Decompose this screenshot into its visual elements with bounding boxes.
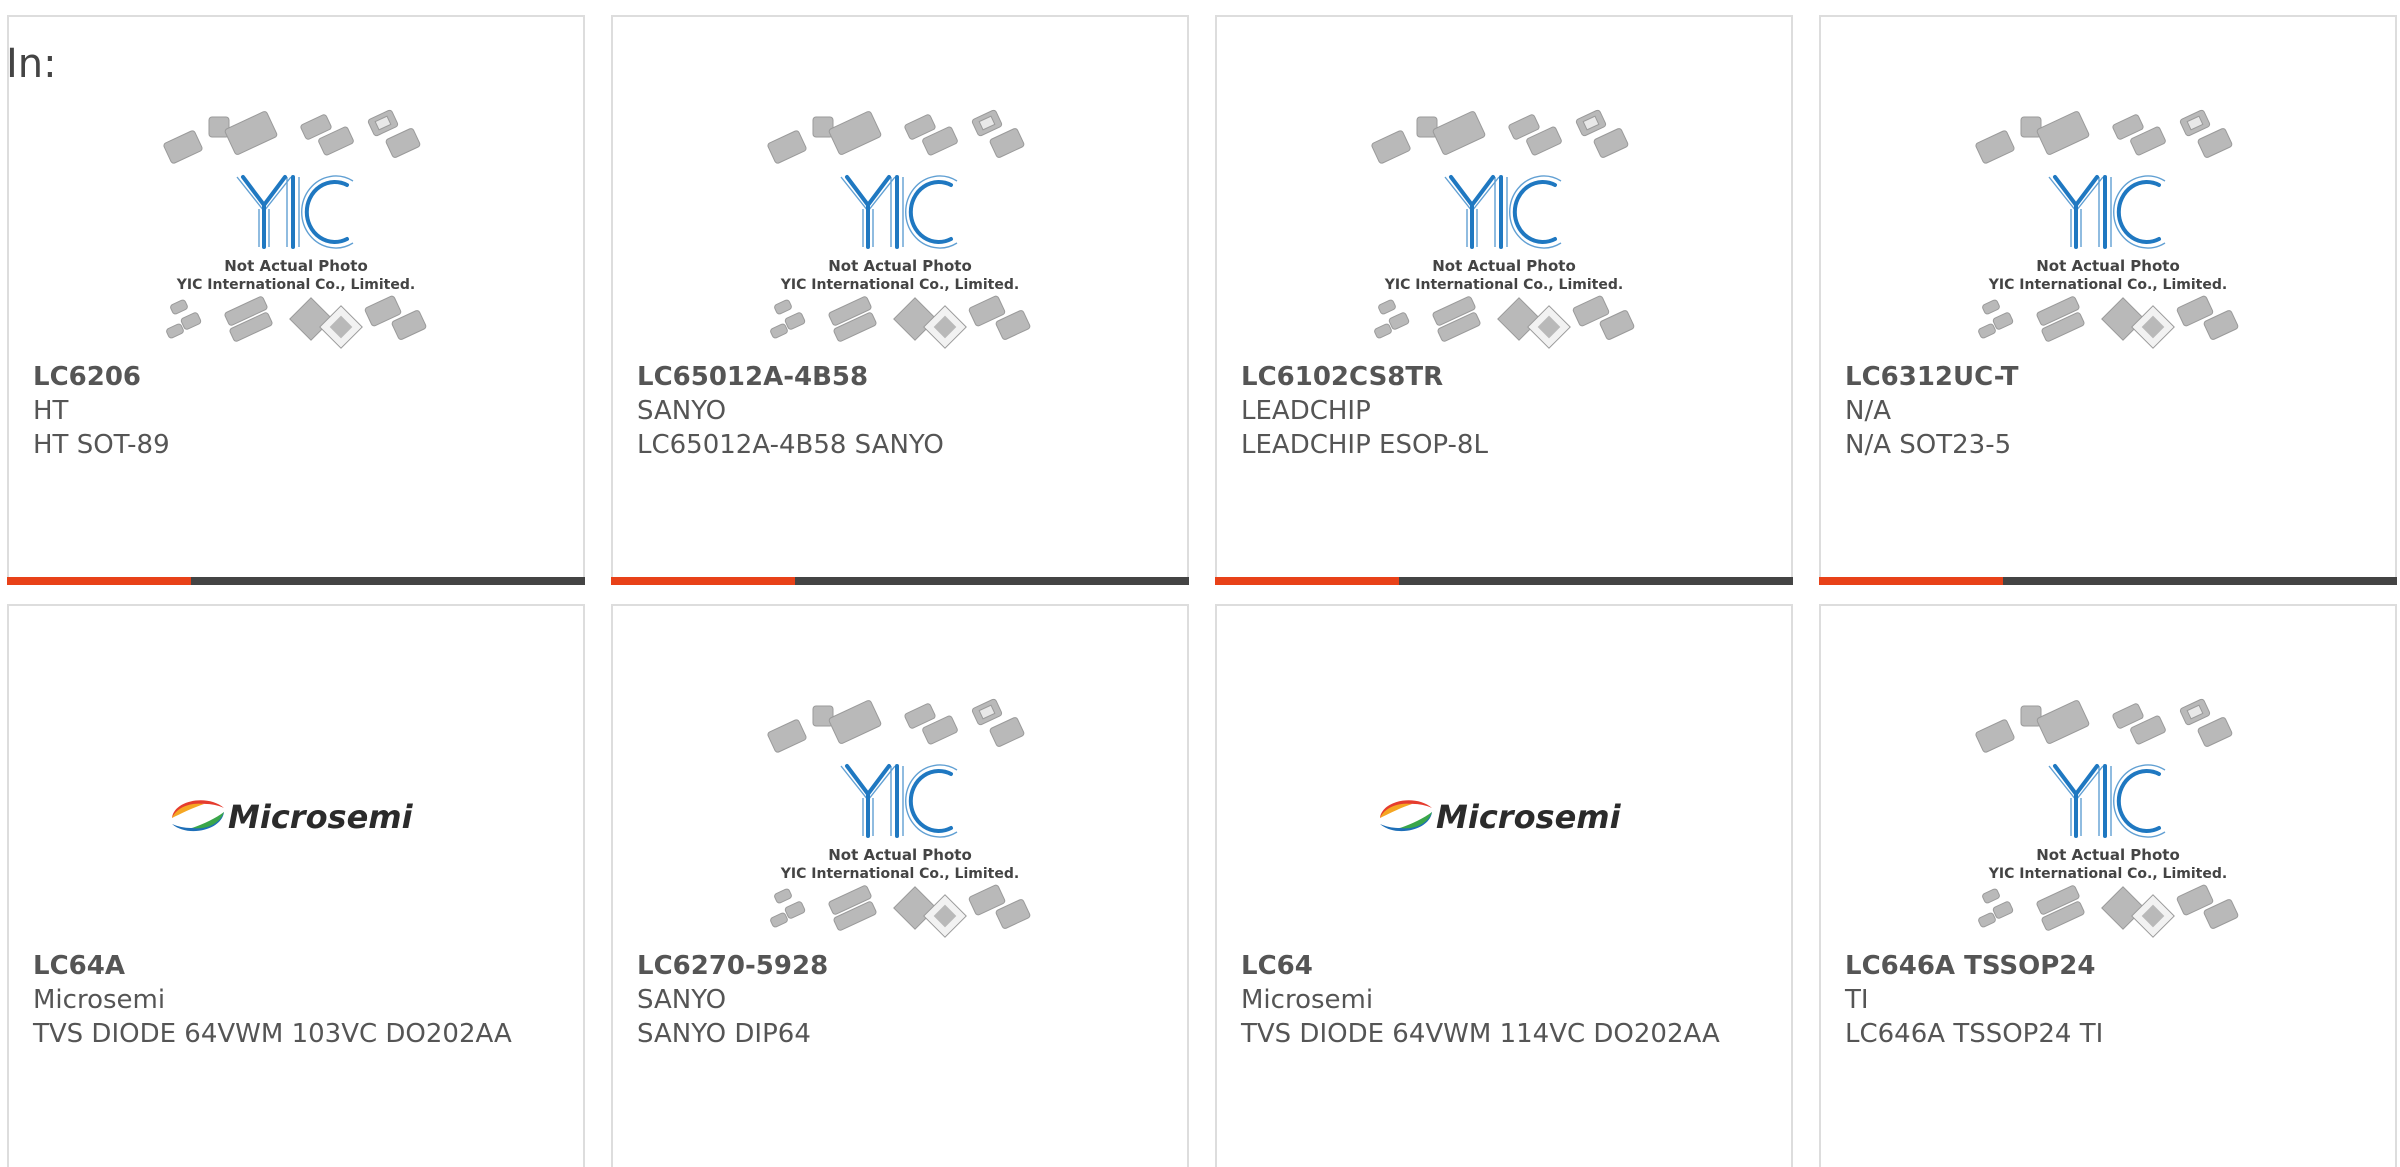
description: N/A SOT23-5 xyxy=(1845,430,2012,460)
product-image: Not Actual Photo YIC International Co., L… xyxy=(613,694,1187,954)
part-number[interactable]: LC6102CS8TR xyxy=(1241,360,1775,394)
svg-text:Not Actual Photo: Not Actual Photo xyxy=(828,257,972,275)
product-image: Not Actual Photo YIC International Co., L… xyxy=(1821,105,2395,365)
svg-text:Not Actual Photo: Not Actual Photo xyxy=(828,846,972,864)
product-info: LC6312UC-T N/A N/A SOT23-5 xyxy=(1845,360,2379,462)
not-actual-photo-image: Not Actual Photo YIC International Co., L… xyxy=(1371,109,1635,349)
product-info: LC6270-5928 SANYO SANYO DIP64 xyxy=(637,949,1171,1051)
microsemi-logo-image: Microsemi xyxy=(172,798,414,836)
product-image: Not Actual Photo YIC International Co., L… xyxy=(1217,105,1791,365)
manufacturer: Microsemi xyxy=(1241,985,1374,1015)
part-number[interactable]: LC646A TSSOP24 xyxy=(1845,949,2379,983)
product-card[interactable]: Microsemi LC64A Microsemi TVS DIODE 64VW… xyxy=(7,604,585,1167)
card-bottom-bar xyxy=(7,577,585,585)
product-info: LC646A TSSOP24 TI LC646A TSSOP24 TI xyxy=(1845,949,2379,1051)
svg-text:YIC International Co., Limited: YIC International Co., Limited. xyxy=(176,277,415,293)
part-number[interactable]: LC65012A-4B58 xyxy=(637,360,1171,394)
description: LC646A TSSOP24 TI xyxy=(1845,1019,2104,1049)
product-card[interactable]: Not Actual Photo YIC International Co., L… xyxy=(7,15,585,585)
svg-text:YIC International Co., Limited: YIC International Co., Limited. xyxy=(1384,277,1623,293)
part-number[interactable]: LC64A xyxy=(33,949,567,983)
part-number[interactable]: LC64 xyxy=(1241,949,1775,983)
description: SANYO DIP64 xyxy=(637,1019,811,1049)
part-number[interactable]: LC6206 xyxy=(33,360,567,394)
manufacturer: TI xyxy=(1845,985,1869,1015)
product-info: LC65012A-4B58 SANYO LC65012A-4B58 SANYO xyxy=(637,360,1171,462)
product-image: Not Actual Photo YIC International Co., L… xyxy=(9,105,583,365)
product-card[interactable]: Not Actual Photo YIC International Co., L… xyxy=(1819,604,2397,1167)
not-actual-photo-image: Not Actual Photo YIC International Co., L… xyxy=(1975,698,2239,938)
svg-text:YIC International Co., Limited: YIC International Co., Limited. xyxy=(780,866,1019,882)
card-bottom-bar xyxy=(1215,577,1793,585)
microsemi-swirl-icon xyxy=(1380,800,1432,832)
not-actual-photo-image: Not Actual Photo YIC International Co., L… xyxy=(767,109,1031,349)
product-info: LC64A Microsemi TVS DIODE 64VWM 103VC DO… xyxy=(33,949,567,1051)
manufacturer: Microsemi xyxy=(33,985,166,1015)
svg-text:YIC International Co., Limited: YIC International Co., Limited. xyxy=(780,277,1019,293)
description: TVS DIODE 64VWM 103VC DO202AA xyxy=(33,1019,512,1049)
description: LEADCHIP ESOP-8L xyxy=(1241,430,1488,460)
manufacturer: SANYO xyxy=(637,985,727,1015)
product-card[interactable]: Not Actual Photo YIC International Co., L… xyxy=(611,604,1189,1167)
svg-text:Microsemi: Microsemi xyxy=(228,798,414,836)
part-number[interactable]: LC6312UC-T xyxy=(1845,360,2379,394)
description: LC65012A-4B58 SANYO xyxy=(637,430,944,460)
microsemi-swirl-icon xyxy=(172,800,224,832)
svg-text:YIC International Co., Limited: YIC International Co., Limited. xyxy=(1988,277,2227,293)
product-info: LC6102CS8TR LEADCHIP LEADCHIP ESOP-8L xyxy=(1241,360,1775,462)
manufacturer: LEADCHIP xyxy=(1241,396,1371,426)
svg-text:Microsemi: Microsemi xyxy=(1436,798,1622,836)
microsemi-logo-image: Microsemi xyxy=(1380,798,1622,836)
product-image: Not Actual Photo YIC International Co., L… xyxy=(1821,694,2395,954)
product-card[interactable]: Not Actual Photo YIC International Co., L… xyxy=(1819,15,2397,585)
card-bottom-bar xyxy=(611,577,1189,585)
svg-text:Not Actual Photo: Not Actual Photo xyxy=(224,257,368,275)
in-prefix-label: In: xyxy=(6,41,57,87)
manufacturer: N/A xyxy=(1845,396,1891,426)
card-bottom-bar xyxy=(1819,577,2397,585)
product-image: Microsemi xyxy=(9,694,583,954)
manufacturer: SANYO xyxy=(637,396,727,426)
svg-text:Not Actual Photo: Not Actual Photo xyxy=(2036,257,2180,275)
product-image: Not Actual Photo YIC International Co., L… xyxy=(613,105,1187,365)
product-image: Microsemi xyxy=(1217,694,1791,954)
svg-text:Not Actual Photo: Not Actual Photo xyxy=(2036,846,2180,864)
product-card[interactable]: Not Actual Photo YIC International Co., L… xyxy=(1215,15,1793,585)
svg-text:YIC International Co., Limited: YIC International Co., Limited. xyxy=(1988,866,2227,882)
not-actual-photo-image: Not Actual Photo YIC International Co., L… xyxy=(163,109,427,349)
svg-text:Not Actual Photo: Not Actual Photo xyxy=(1432,257,1576,275)
not-actual-photo-image: Not Actual Photo YIC International Co., L… xyxy=(767,698,1031,938)
description: TVS DIODE 64VWM 114VC DO202AA xyxy=(1241,1019,1720,1049)
product-info: LC6206 HT HT SOT-89 xyxy=(33,360,567,462)
part-number[interactable]: LC6270-5928 xyxy=(637,949,1171,983)
product-info: LC64 Microsemi TVS DIODE 64VWM 114VC DO2… xyxy=(1241,949,1775,1051)
product-card[interactable]: Microsemi LC64 Microsemi TVS DIODE 64VWM… xyxy=(1215,604,1793,1167)
not-actual-photo-image: Not Actual Photo YIC International Co., L… xyxy=(1975,109,2239,349)
description: HT SOT-89 xyxy=(33,430,170,460)
product-card[interactable]: Not Actual Photo YIC International Co., L… xyxy=(611,15,1189,585)
product-grid-page: In: Not Actual Photo YIC International Co… xyxy=(0,0,2400,1167)
manufacturer: HT xyxy=(33,396,69,426)
